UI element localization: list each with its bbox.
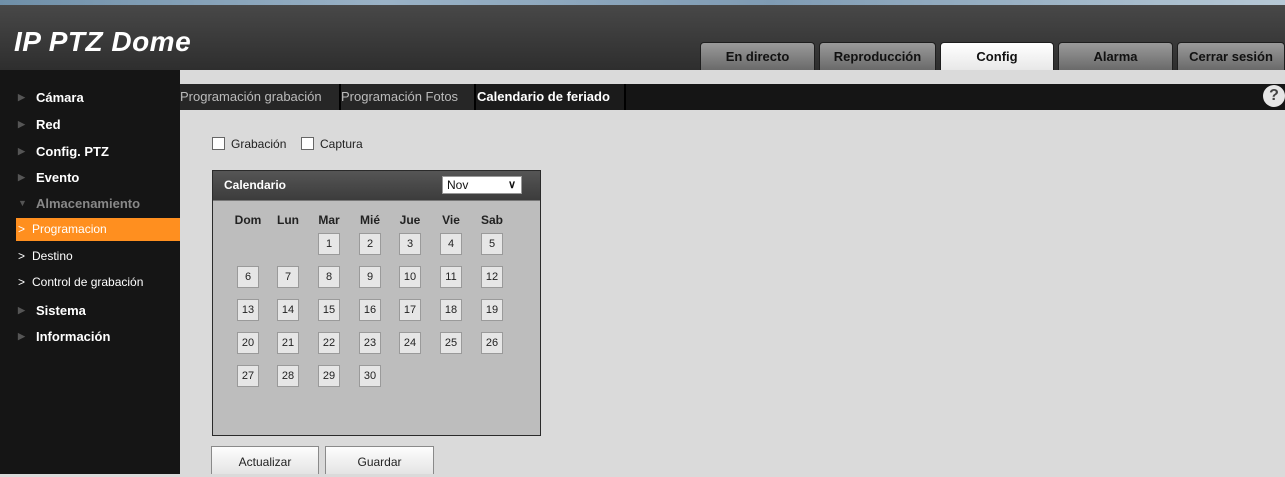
calendar-day-cell[interactable]: 11	[440, 266, 462, 288]
weekday-label: Lun	[277, 213, 299, 227]
app-logo: IP PTZ Dome	[14, 26, 192, 57]
sidebar: ▶ Cámara ▶ Red ▶ Config. PTZ ▶ Evento ▼ …	[0, 70, 180, 474]
checkbox-box[interactable]	[212, 137, 225, 150]
header-accent-line	[0, 0, 1285, 5]
calendar-day-cell[interactable]: 14	[277, 299, 299, 321]
sidebar-item-label: Cámara	[36, 90, 84, 105]
month-select-value: Nov	[447, 178, 469, 192]
sidebar-subitem-control-de-grabacion[interactable]: > Control de grabación	[16, 271, 180, 294]
chevron-right-icon: >	[18, 249, 26, 263]
calendar-day-cell[interactable]: 2	[359, 233, 381, 255]
weekday-label: Jue	[399, 213, 421, 227]
calendar-day-cell[interactable]: 24	[399, 332, 421, 354]
calendar-day-cell[interactable]: 13	[237, 299, 259, 321]
subtab-programacion-fotos[interactable]: Programación Fotos	[341, 84, 476, 110]
sidebar-item-label: Información	[36, 329, 111, 344]
save-button[interactable]: Guardar	[325, 446, 434, 474]
tab-en-directo[interactable]: En directo	[700, 42, 815, 70]
refresh-button[interactable]: Actualizar	[211, 446, 319, 474]
weekday-label: Mié	[359, 213, 380, 227]
sidebar-subitem-label: Destino	[32, 249, 73, 263]
weekday-label: Mar	[318, 213, 340, 227]
subtab-calendario-de-feriado[interactable]: Calendario de feriado	[476, 84, 626, 110]
tab-config[interactable]: Config	[940, 42, 1054, 70]
calendar-day-cell[interactable]: 25	[440, 332, 462, 354]
subtab-bar: Programación grabación Programación Foto…	[180, 84, 1285, 110]
calendar-day-cell[interactable]: 9	[359, 266, 381, 288]
chevron-right-icon: >	[18, 222, 26, 236]
calendar-day-cell[interactable]: 26	[481, 332, 503, 354]
checkbox-label: Grabación	[231, 137, 287, 151]
calendar-day-cell[interactable]: 6	[237, 266, 259, 288]
calendar-day-cell[interactable]: 12	[481, 266, 503, 288]
sidebar-item-informacion[interactable]: ▶ Información	[0, 324, 180, 349]
calendar-day-cell[interactable]: 7	[277, 266, 299, 288]
calendar-day-cell[interactable]: 20	[237, 332, 259, 354]
sidebar-item-red[interactable]: ▶ Red	[0, 112, 180, 137]
tab-reproduccion[interactable]: Reproducción	[819, 42, 936, 70]
triangle-right-icon: ▶	[18, 172, 25, 182]
sidebar-item-label: Red	[36, 117, 61, 132]
triangle-right-icon: ▶	[18, 305, 25, 315]
sidebar-item-camara[interactable]: ▶ Cámara	[0, 85, 180, 110]
weekday-label: Vie	[442, 213, 460, 227]
calendar-day-cell[interactable]: 29	[318, 365, 340, 387]
calendar-day-cell[interactable]: 17	[399, 299, 421, 321]
sidebar-subitem-programacion[interactable]: > Programacion	[16, 218, 180, 241]
calendar-day-cell[interactable]: 27	[237, 365, 259, 387]
calendar-day-cell[interactable]: 1	[318, 233, 340, 255]
calendar-day-cell[interactable]: 19	[481, 299, 503, 321]
sidebar-item-label: Almacenamiento	[36, 196, 141, 211]
calendar-day-cell[interactable]: 3	[399, 233, 421, 255]
captura-checkbox[interactable]: Captura	[301, 137, 363, 151]
calendar-day-cell[interactable]: 21	[277, 332, 299, 354]
calendar-day-cell[interactable]: 5	[481, 233, 503, 255]
tab-cerrar-sesion[interactable]: Cerrar sesión	[1177, 42, 1285, 70]
calendar-day-cell[interactable]: 22	[318, 332, 340, 354]
calendar-day-cell[interactable]: 28	[277, 365, 299, 387]
weekday-label: Sab	[480, 213, 503, 227]
weekday-label: Dom	[234, 213, 262, 227]
help-icon[interactable]: ?	[1263, 85, 1285, 107]
checkbox-box[interactable]	[301, 137, 314, 150]
subtab-programacion-grabacion[interactable]: Programación grabación	[180, 84, 341, 110]
calendar-day-cell[interactable]: 4	[440, 233, 462, 255]
sidebar-item-config-ptz[interactable]: ▶ Config. PTZ	[0, 139, 180, 164]
holiday-calendar: Calendario Nov ∨ Dom Lun Mar Mié Jue Vie Sab 1…	[212, 170, 541, 436]
sidebar-item-label: Config. PTZ	[36, 144, 109, 159]
calendar-day-cell[interactable]: 8	[318, 266, 340, 288]
calendar-day-cell[interactable]: 15	[318, 299, 340, 321]
calendar-day-cell[interactable]: 30	[359, 365, 381, 387]
sidebar-item-label: Evento	[36, 170, 80, 185]
checkbox-label: Captura	[320, 137, 363, 151]
sidebar-item-label: Sistema	[36, 303, 86, 318]
sidebar-item-almacenamiento[interactable]: ▼ Almacenamiento	[0, 191, 180, 216]
triangle-right-icon: ▶	[18, 331, 25, 341]
sidebar-subitem-label: Control de grabación	[32, 275, 144, 289]
grabacion-checkbox[interactable]: Grabación	[212, 137, 286, 151]
calendar-day-cell[interactable]: 18	[440, 299, 462, 321]
triangle-right-icon: ▶	[18, 92, 25, 102]
calendar-day-cell[interactable]: 10	[399, 266, 421, 288]
triangle-right-icon: ▶	[18, 119, 25, 129]
tab-alarma[interactable]: Alarma	[1058, 42, 1173, 70]
sidebar-subitem-destino[interactable]: > Destino	[16, 245, 180, 268]
sidebar-subitem-label: Programacion	[32, 222, 107, 236]
calendar-title: Calendario	[224, 178, 287, 192]
sidebar-item-sistema[interactable]: ▶ Sistema	[0, 298, 180, 323]
calendar-header: Calendario Nov ∨	[213, 171, 540, 201]
chevron-down-icon: ∨	[507, 179, 516, 191]
chevron-right-icon: >	[18, 275, 26, 289]
triangle-down-icon: ▼	[18, 198, 27, 208]
triangle-right-icon: ▶	[18, 146, 25, 156]
month-select[interactable]: Nov ∨	[442, 176, 522, 194]
calendar-day-cell[interactable]: 16	[359, 299, 381, 321]
calendar-day-cell[interactable]: 23	[359, 332, 381, 354]
sidebar-item-evento[interactable]: ▶ Evento	[0, 165, 180, 190]
